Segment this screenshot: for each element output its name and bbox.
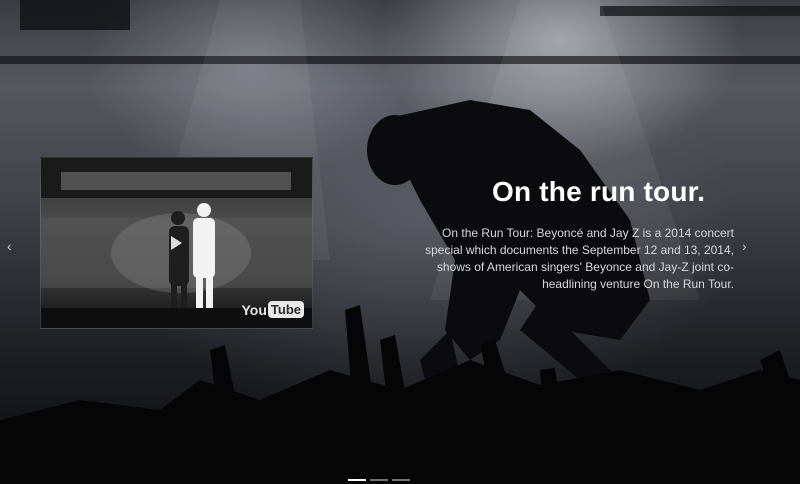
crowd-silhouette [0,305,800,484]
performer-figure [169,211,189,323]
carousel-indicator[interactable] [370,479,388,481]
youtube-logo-tube: Tube [267,301,304,318]
youtube-logo: You Tube [241,301,304,318]
carousel-indicators [348,479,410,481]
carousel-prev-icon[interactable]: ‹ [7,238,12,254]
stage-truss [0,56,800,64]
performer-figure [193,203,215,324]
video-thumbnail[interactable]: You Tube [40,157,313,329]
carousel-indicator[interactable] [348,479,366,481]
slide-title: On the run tour. [492,176,706,207]
slide-description: On the Run Tour: Beyoncé and Jay Z is a … [425,226,734,291]
carousel-next-icon[interactable]: › [742,238,747,254]
stage-truss-right [600,6,800,16]
hero-carousel: You Tube On the run tour. On the Run Tou… [0,0,800,484]
carousel-indicator[interactable] [392,479,410,481]
youtube-logo-you: You [241,301,267,318]
play-icon[interactable] [171,236,182,250]
stage-light-rig [20,0,130,30]
